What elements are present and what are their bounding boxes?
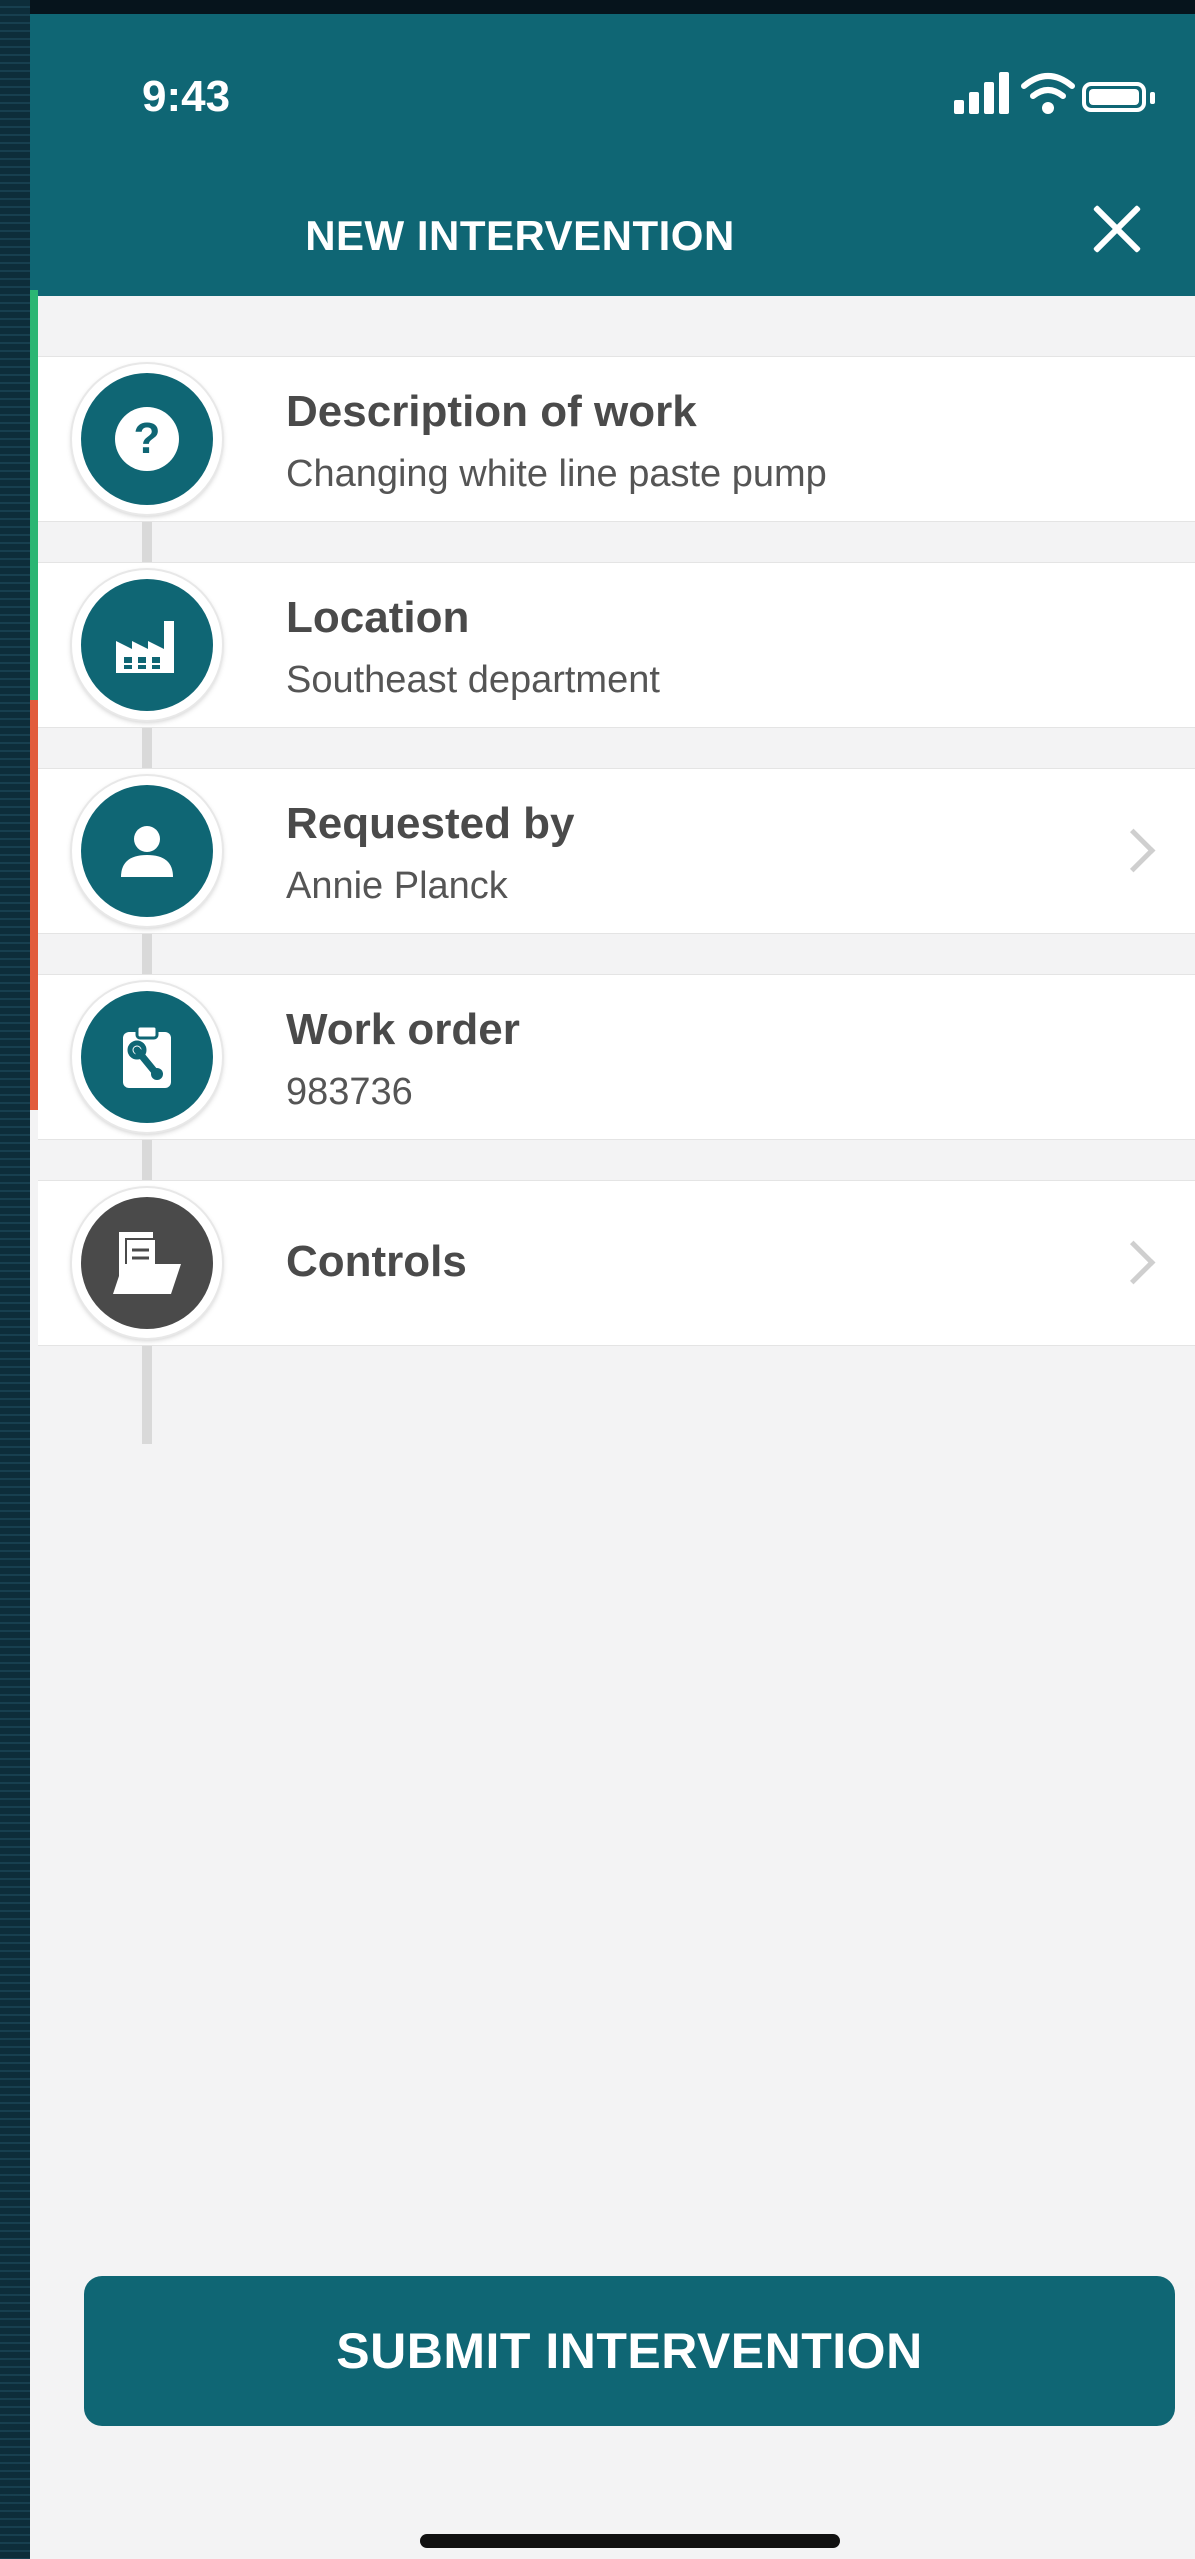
documents-folder-icon <box>81 1197 213 1329</box>
status-time: 9:43 <box>142 72 231 121</box>
submit-intervention-button[interactable]: SUBMIT INTERVENTION <box>84 2276 1175 2426</box>
item-subtitle: 983736 <box>286 1071 413 1113</box>
chevron-right-icon <box>1111 1240 1156 1285</box>
background-pattern <box>0 0 30 2559</box>
wifi-icon <box>1021 73 1075 114</box>
item-subtitle: Changing white line paste pump <box>286 453 827 495</box>
item-icon-ring: ? <box>72 364 222 514</box>
battery-icon <box>1082 82 1146 112</box>
work-order-clipboard-icon <box>81 991 213 1123</box>
item-subtitle: Southeast department <box>286 659 660 701</box>
item-title: Requested by <box>286 799 575 848</box>
item-icon-ring <box>72 776 222 926</box>
app-header: 9:43 NEW INTERVENTION <box>30 14 1195 296</box>
chevron-right-icon <box>1111 828 1156 873</box>
item-title: Work order <box>286 1005 520 1054</box>
status-accent-red <box>30 700 38 1110</box>
item-title: Location <box>286 593 470 642</box>
app-screen: 9:43 NEW INTERVENTION Description of wor… <box>30 14 1195 2559</box>
svg-text:?: ? <box>134 414 161 463</box>
item-title: Controls <box>286 1237 467 1286</box>
home-indicator <box>420 2534 840 2548</box>
person-icon <box>81 785 213 917</box>
question-icon: ? <box>81 373 213 505</box>
close-icon[interactable] <box>1080 194 1150 264</box>
cellular-signal-icon <box>954 72 1009 114</box>
item-title: Description of work <box>286 387 697 436</box>
item-icon-ring <box>72 570 222 720</box>
status-accent-green <box>30 290 38 700</box>
battery-tip <box>1150 92 1155 104</box>
status-icons <box>954 72 1164 122</box>
item-icon-ring <box>72 1188 222 1338</box>
item-icon-ring <box>72 982 222 1132</box>
item-subtitle: Annie Planck <box>286 865 508 907</box>
factory-icon <box>81 579 213 711</box>
device-top-edge <box>0 0 1195 14</box>
page-title: NEW INTERVENTION <box>305 212 735 259</box>
